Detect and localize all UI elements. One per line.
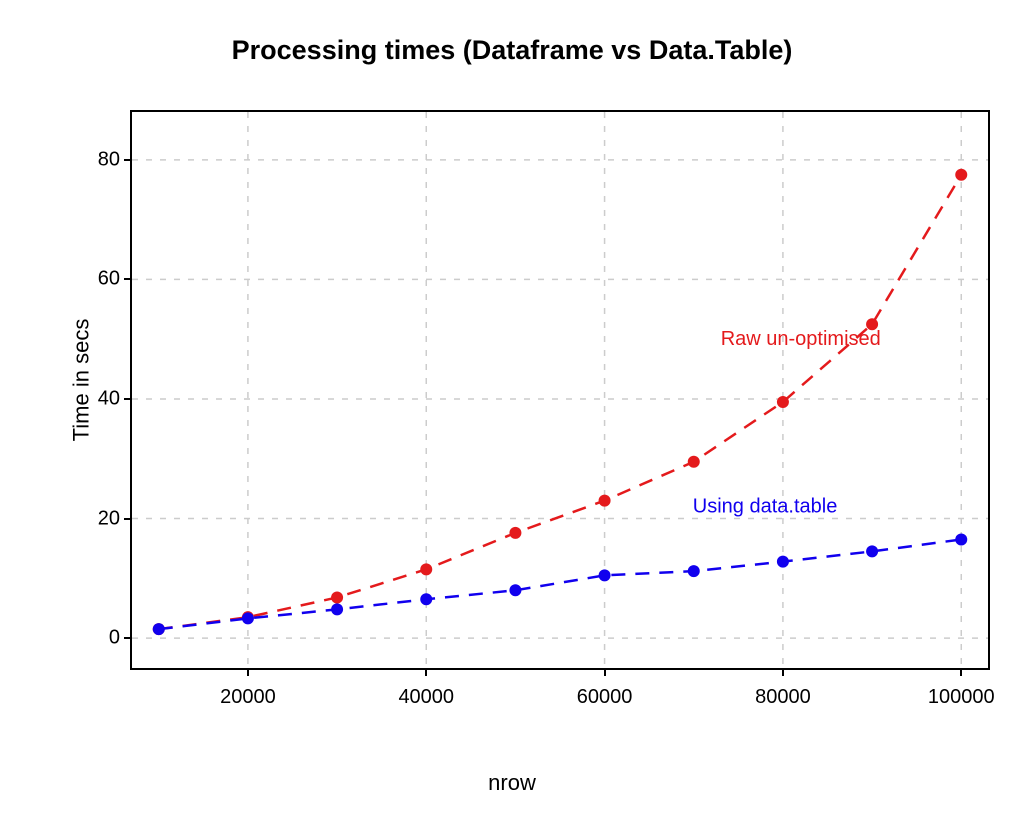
x-tick-label: 80000	[755, 686, 811, 709]
data-point	[955, 169, 967, 181]
y-tick-mark	[124, 278, 132, 280]
y-tick-label: 80	[70, 148, 120, 171]
y-tick-label: 20	[70, 507, 120, 530]
data-point	[599, 495, 611, 507]
data-point	[331, 603, 343, 615]
x-tick-mark	[960, 668, 962, 676]
y-tick-mark	[124, 398, 132, 400]
data-point	[688, 565, 700, 577]
grid	[132, 112, 988, 668]
data-point	[509, 584, 521, 596]
x-tick-mark	[247, 668, 249, 676]
y-tick-label: 0	[70, 627, 120, 650]
x-tick-label: 100000	[928, 686, 995, 709]
series-annotation: Raw un-optimised	[721, 328, 881, 350]
chart-title: Processing times (Dataframe vs Data.Tabl…	[0, 35, 1024, 66]
data-point	[420, 593, 432, 605]
data-point	[509, 527, 521, 539]
x-tick-mark	[425, 668, 427, 676]
series-line	[159, 539, 962, 629]
chart-svg: Raw un-optimised Using data.table	[132, 112, 988, 668]
y-tick-label: 60	[70, 268, 120, 291]
data-point	[331, 591, 343, 603]
x-tick-label: 20000	[220, 686, 276, 709]
y-tick-mark	[124, 518, 132, 520]
data-point	[866, 545, 878, 557]
plot-area: Raw un-optimisedUsing data.table 0204060…	[130, 110, 990, 670]
data-point	[777, 396, 789, 408]
y-tick-mark	[124, 159, 132, 161]
x-tick-label: 40000	[398, 686, 454, 709]
y-axis-label: Time in secs	[68, 319, 94, 442]
chart-container: Processing times (Dataframe vs Data.Tabl…	[0, 0, 1024, 824]
series-line	[159, 175, 962, 629]
series-annotation: Using data.table	[693, 496, 838, 518]
data-point	[955, 533, 967, 545]
x-tick-mark	[604, 668, 606, 676]
x-tick-mark	[782, 668, 784, 676]
data-point	[153, 623, 165, 635]
data-point	[777, 556, 789, 568]
y-tick-label: 40	[70, 387, 120, 410]
x-axis-label: nrow	[0, 770, 1024, 796]
y-tick-mark	[124, 637, 132, 639]
x-tick-label: 60000	[577, 686, 633, 709]
data-point	[420, 563, 432, 575]
data-point	[688, 456, 700, 468]
data-point	[242, 612, 254, 624]
data-point	[599, 569, 611, 581]
